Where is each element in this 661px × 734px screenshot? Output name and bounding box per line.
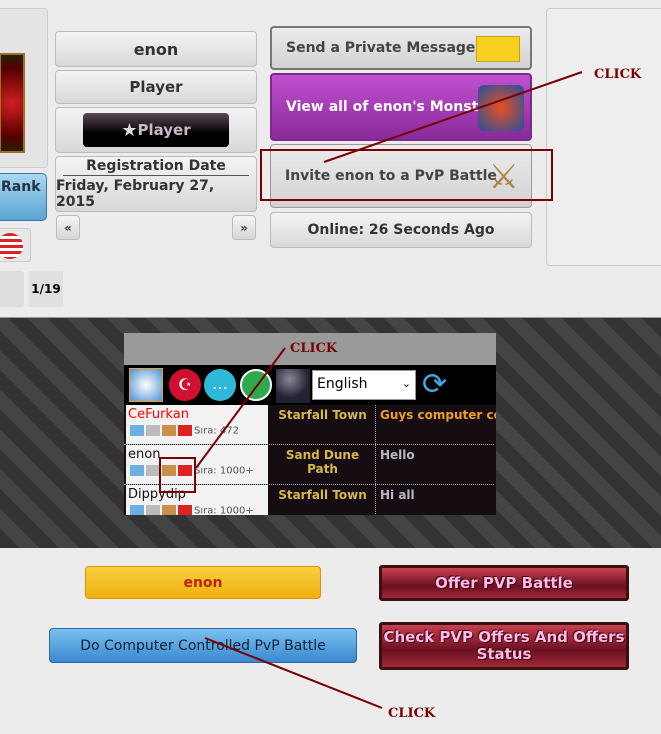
annotation-arrow bbox=[195, 347, 286, 469]
click-annotation: CLICK bbox=[594, 67, 642, 82]
annotation-box bbox=[260, 149, 553, 201]
annotation-arrow bbox=[323, 71, 583, 163]
click-annotation: CLICK bbox=[290, 341, 338, 356]
annotation-overlay bbox=[159, 71, 583, 709]
annotation-arrow bbox=[204, 637, 383, 709]
annotation-box bbox=[159, 457, 196, 493]
click-annotation: CLICK bbox=[388, 706, 436, 721]
